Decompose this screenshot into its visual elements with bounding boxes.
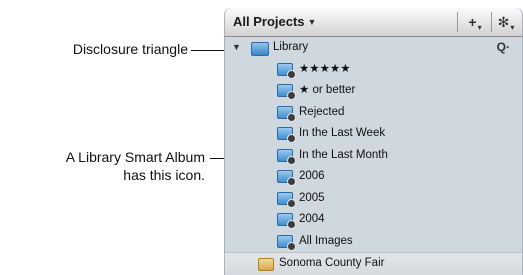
toolbar-divider <box>457 12 458 32</box>
smart-album-label: 2006 <box>299 170 325 182</box>
smart-album-icon <box>277 148 296 165</box>
all-projects-menu[interactable]: All Projects ▼ <box>233 14 316 30</box>
smart-album-label: All Images <box>299 234 353 247</box>
callout-smart-album-line2: has this icon. <box>123 167 205 183</box>
disclosure-triangle-icon[interactable]: ▼ <box>232 37 241 59</box>
smart-album-row[interactable]: In the Last Month <box>225 145 522 167</box>
project-icon <box>258 258 274 271</box>
smart-album-row[interactable]: 2005 <box>225 188 522 210</box>
smart-album-row[interactable]: In the Last Week <box>225 123 522 145</box>
smart-album-icon <box>277 213 296 229</box>
smart-album-icon <box>277 234 296 251</box>
smart-album-row[interactable]: ★ or better <box>225 80 522 102</box>
projects-list: ▼ Library Q· ★★★★★ ★ or better Rejected … <box>225 37 522 275</box>
chevron-down-icon: ▾ <box>477 23 482 32</box>
library-icon <box>251 42 269 56</box>
toolbar-divider <box>491 12 492 32</box>
smart-album-icon <box>277 170 296 186</box>
all-projects-label: All Projects <box>233 14 305 29</box>
smart-album-row[interactable]: ★★★★★ <box>225 59 522 81</box>
projects-panel: All Projects ▼ +▾ ✻▾ ▼ Library Q· ★★★★★ ★… <box>224 8 523 275</box>
smart-album-icon <box>277 191 296 208</box>
library-row[interactable]: ▼ Library Q· <box>225 37 522 59</box>
smart-album-icon <box>277 84 296 100</box>
search-icon[interactable]: Q· <box>497 37 510 59</box>
plus-icon: + <box>468 14 477 30</box>
smart-album-row[interactable]: 2006 <box>225 166 522 188</box>
chevron-down-icon: ▼ <box>307 17 317 27</box>
smart-album-label: 2005 <box>299 191 325 204</box>
smart-album-row[interactable]: Rejected <box>225 102 522 124</box>
project-label: Sonoma County Fair <box>279 257 385 269</box>
smart-album-icon <box>277 105 296 122</box>
callout-smart-album-icon: A Library Smart Album has this icon. <box>0 148 205 184</box>
library-label: Library <box>273 41 309 53</box>
smart-album-icon <box>277 62 296 79</box>
smart-album-row[interactable]: All Images <box>225 231 522 253</box>
callout-disclosure-triangle: Disclosure triangle <box>72 41 188 57</box>
add-button[interactable]: +▾ <box>463 13 487 32</box>
action-menu-button[interactable]: ✻▾ <box>493 13 519 32</box>
projects-toolbar: All Projects ▼ +▾ ✻▾ <box>225 8 522 37</box>
gear-icon: ✻ <box>497 14 510 30</box>
smart-album-icon <box>277 127 296 143</box>
smart-album-label: ★ or better <box>299 84 356 96</box>
smart-album-row[interactable]: 2004 <box>225 209 522 231</box>
chevron-down-icon: ▾ <box>510 23 515 32</box>
smart-album-label: In the Last Week <box>299 127 386 139</box>
smart-album-label: Rejected <box>299 105 345 118</box>
smart-album-label: ★★★★★ <box>299 62 351 75</box>
project-row[interactable]: Sonoma County Fair <box>225 252 522 275</box>
callout-smart-album-line1: A Library Smart Album <box>65 149 205 165</box>
smart-album-label: 2004 <box>299 213 325 225</box>
smart-album-label: In the Last Month <box>299 148 388 161</box>
